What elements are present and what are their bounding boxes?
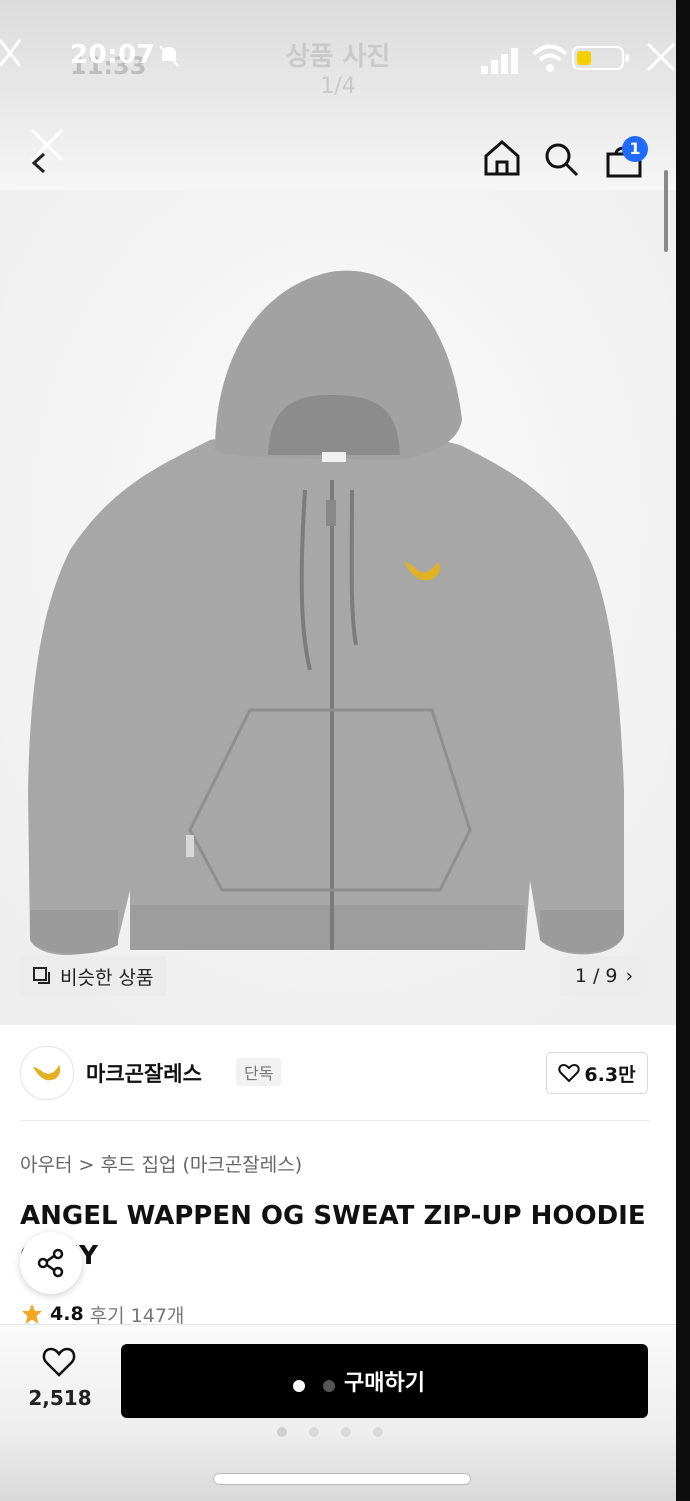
viewer-counter: 1/4 bbox=[320, 74, 356, 99]
similar-products-label: 비슷한 상품 bbox=[60, 966, 154, 989]
share-icon bbox=[37, 1248, 64, 1278]
hoodie-photo bbox=[0, 190, 676, 1025]
product-image[interactable] bbox=[0, 190, 676, 1025]
exclusive-badge: 단독 bbox=[236, 1058, 282, 1086]
carousel-dot[interactable] bbox=[323, 1380, 335, 1392]
copy-icon bbox=[33, 967, 50, 984]
brand-logo[interactable] bbox=[20, 1046, 74, 1100]
cart-count-badge: 1 bbox=[622, 136, 648, 162]
wishlist-count: 2,518 bbox=[28, 1386, 92, 1410]
back-chevron-icon[interactable] bbox=[30, 152, 48, 174]
image-page-text: 1 / 9 bbox=[574, 965, 618, 987]
carousel-dot-active[interactable] bbox=[293, 1380, 305, 1392]
brand-row: 마크곤잘레스 단독 6.3만 bbox=[20, 1046, 650, 1102]
divider bbox=[20, 1120, 650, 1121]
buy-button[interactable]: 구매하기 bbox=[121, 1344, 648, 1418]
faint-page-dots bbox=[277, 1427, 383, 1437]
close-icon[interactable] bbox=[0, 38, 24, 70]
image-page-indicator[interactable]: 1 / 9 › bbox=[560, 956, 648, 996]
screen: 비슷한 상품 1 / 9 › 11:33 20:07 상품 사진 1/4 1 마… bbox=[0, 0, 690, 1501]
next-chevron-icon: › bbox=[625, 965, 634, 987]
similar-products-button[interactable]: 비슷한 상품 bbox=[20, 956, 168, 996]
buy-button-label: 구매하기 bbox=[344, 1371, 425, 1396]
brand-like-button[interactable]: 6.3만 bbox=[546, 1052, 648, 1094]
heart-icon bbox=[558, 1063, 581, 1083]
signal-icon bbox=[481, 48, 518, 74]
search-icon[interactable] bbox=[542, 140, 580, 178]
home-indicator[interactable] bbox=[214, 1474, 470, 1484]
category-breadcrumb[interactable]: 아우터 > 후드 집업 (마크곤잘레스) bbox=[20, 1150, 302, 1177]
star-icon bbox=[22, 1304, 42, 1324]
angel-logo-icon bbox=[33, 1065, 61, 1081]
home-icon[interactable] bbox=[482, 138, 522, 178]
heart-icon[interactable] bbox=[42, 1346, 76, 1378]
close-icon[interactable] bbox=[646, 42, 676, 72]
review-count[interactable]: 후기 147개 bbox=[90, 1302, 185, 1327]
rating-value: 4.8 bbox=[50, 1303, 84, 1325]
battery-icon bbox=[572, 46, 629, 70]
share-button[interactable] bbox=[20, 1232, 82, 1294]
wifi-icon bbox=[532, 44, 568, 72]
brand-name[interactable]: 마크곤잘레스 bbox=[86, 1058, 202, 1088]
product-title: ANGEL WAPPEN OG SWEAT ZIP-UP HOODIE GREY bbox=[20, 1201, 646, 1271]
brand-like-count: 6.3만 bbox=[584, 1063, 636, 1086]
scrollbar[interactable] bbox=[664, 170, 668, 252]
rating-row[interactable]: 4.8 후기 147개 bbox=[20, 1302, 184, 1326]
